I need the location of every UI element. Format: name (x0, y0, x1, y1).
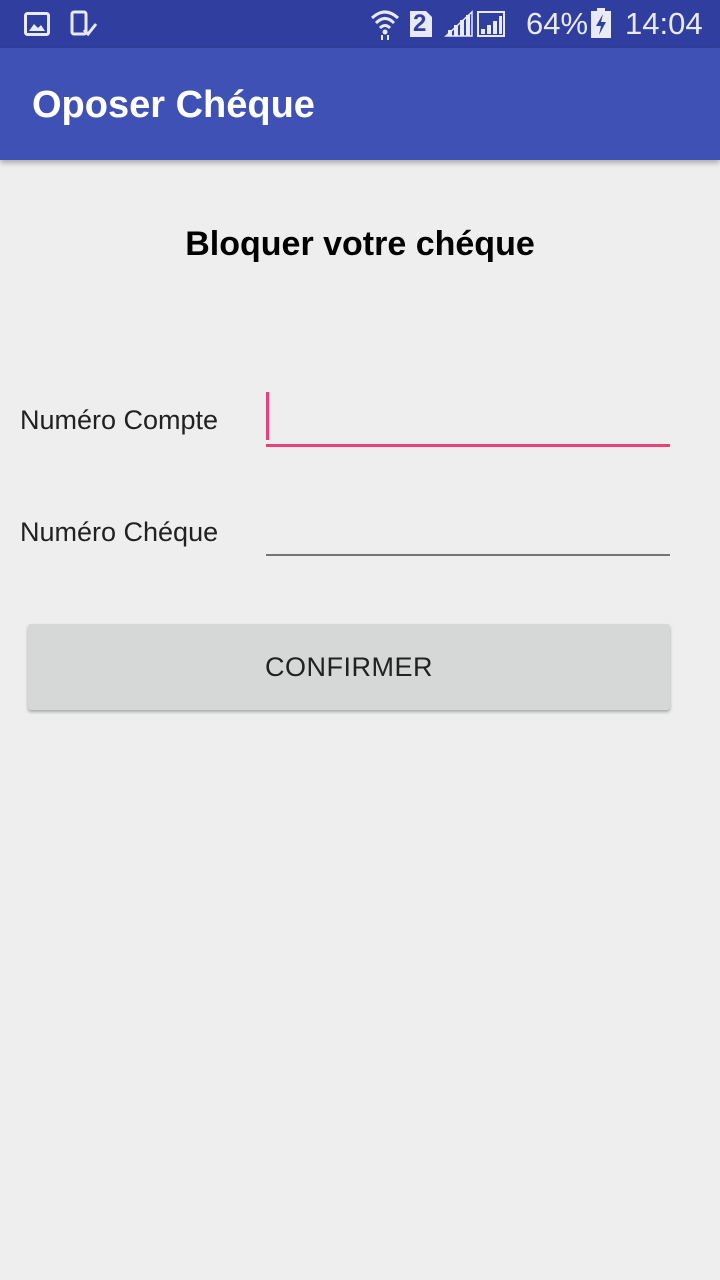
gallery-icon (24, 12, 50, 40)
status-bar: 2 64% 14:04 (0, 0, 720, 48)
phone-check-icon (70, 10, 98, 42)
confirm-button[interactable]: CONFIRMER (28, 624, 670, 710)
battery-percent: 64% (526, 6, 589, 41)
account-number-input[interactable] (266, 397, 670, 447)
cheque-number-input[interactable] (266, 506, 670, 556)
app-bar: Oposer Chéque (0, 48, 720, 160)
signal-2-icon (476, 10, 506, 42)
wifi-icon (370, 8, 400, 44)
signal-icon (444, 10, 474, 42)
cheque-number-label: Numéro Chéque (20, 517, 219, 547)
battery-charging-icon (590, 7, 612, 43)
account-number-label: Numéro Compte (20, 405, 219, 435)
clock: 14:04 (625, 6, 703, 41)
sim-badge: 2 (413, 10, 427, 37)
app-title: Oposer Chéque (32, 84, 315, 126)
sim-2-icon: 2 (408, 9, 434, 43)
text-cursor (266, 392, 269, 440)
page-heading: Bloquer votre chéque (185, 225, 535, 263)
